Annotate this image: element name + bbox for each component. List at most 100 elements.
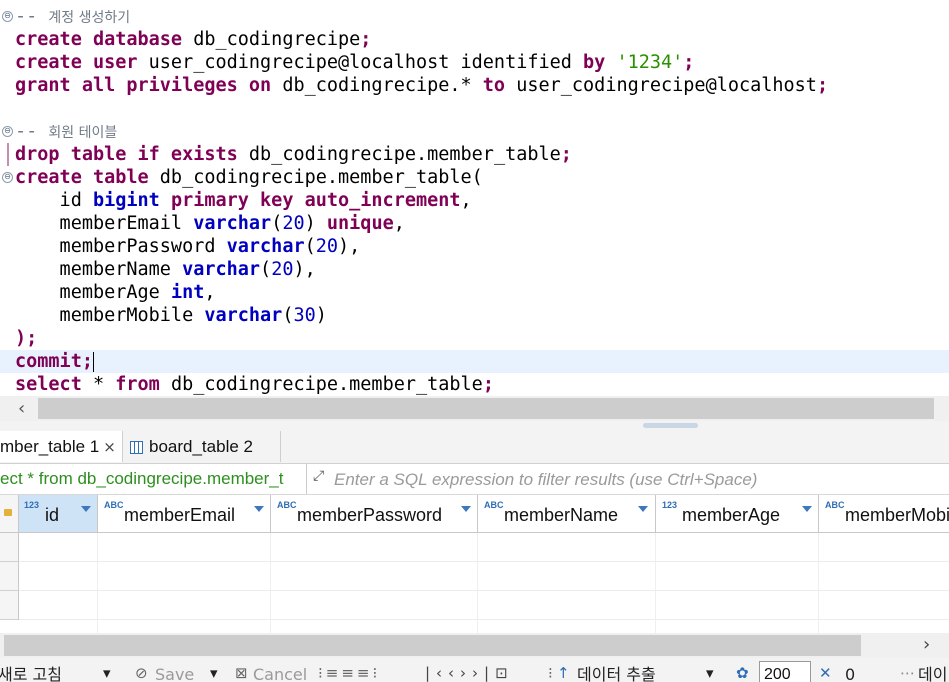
tab-member-table[interactable]: mber_table 1 × <box>0 431 123 462</box>
code-line[interactable]: memberEmail varchar(20) unique, <box>0 212 949 235</box>
code-line[interactable]: ); <box>0 327 949 350</box>
scroll-left-icon[interactable]: ‹ <box>18 398 25 419</box>
code-line[interactable]: memberAge int, <box>0 281 949 304</box>
column-menu-icon[interactable] <box>461 506 471 512</box>
code-token: ; <box>81 351 93 372</box>
column-header-membermobile[interactable]: ABC memberMobile <box>819 495 949 533</box>
column-header-memberage[interactable]: 123 memberAge <box>656 495 819 533</box>
save-check-icon: ⊘ <box>135 664 148 682</box>
fetch-size-input[interactable]: 200 <box>759 661 811 682</box>
filter-input[interactable]: Enter a SQL expression to filter results… <box>334 464 757 494</box>
column-menu-icon[interactable] <box>638 506 648 512</box>
editor-scroll-thumb[interactable] <box>38 398 934 419</box>
grid-corner[interactable] <box>0 495 19 533</box>
row-edit-icons[interactable]: ⁝≡≡≡⁝ <box>318 664 380 682</box>
code-token: * <box>92 374 116 395</box>
code-text: ); <box>15 327 37 350</box>
result-tabs: mber_table 1 × board_table 2 <box>0 431 949 464</box>
expand-filter-icon[interactable]: ⤢ <box>313 468 324 484</box>
code-line[interactable]: ⊖ create table db_codingrecipe.member_tab… <box>0 166 949 189</box>
code-text: -- 회원 테이블 <box>15 120 117 145</box>
row-header[interactable] <box>0 533 19 562</box>
code-line[interactable]: memberName varchar(20), <box>0 258 949 281</box>
number-type-icon: 123 <box>662 500 678 510</box>
export-label: 데이터 추출 <box>577 665 656 682</box>
fold-toggle-icon[interactable]: ⊖ <box>2 172 13 183</box>
table-row[interactable] <box>19 533 949 562</box>
navigation-icons[interactable]: |‹‹››|⊡ <box>425 664 514 682</box>
code-token: user_codingrecipe@localhost <box>516 75 817 96</box>
refresh-button[interactable]: 새로 고침 <box>0 662 62 682</box>
code-text: memberPassword varchar(20), <box>15 235 361 258</box>
column-menu-icon[interactable] <box>81 506 91 512</box>
column-header-memberemail[interactable]: ABC memberEmail <box>98 495 271 533</box>
row-header[interactable] <box>0 591 19 620</box>
code-line[interactable]: drop table if exists db_codingrecipe.mem… <box>0 143 949 166</box>
export-button[interactable]: 데이터 추출 <box>577 662 656 682</box>
code-line[interactable]: create user user_codingrecipe@localhost … <box>0 51 949 74</box>
grid-scroll-thumb[interactable] <box>4 635 861 656</box>
close-icon[interactable]: × <box>103 438 116 456</box>
code-line[interactable]: select * from db_codingrecipe.member_tab… <box>0 373 949 396</box>
column-divider <box>97 533 98 633</box>
save-dropdown-icon[interactable]: ▾ <box>210 664 218 682</box>
save-label: Save <box>155 665 195 682</box>
code-token: varchar <box>193 213 272 234</box>
column-header-membername[interactable]: ABC memberName <box>478 495 656 533</box>
code-line[interactable]: ⊖ -- 계정 생성하기 <box>0 5 949 28</box>
fold-toggle-icon[interactable]: ⊖ <box>2 11 13 22</box>
sql-editor[interactable]: ⊖ -- 계정 생성하기 create database db_codingreci… <box>0 0 949 396</box>
cancel-label: Cancel <box>253 665 308 682</box>
scroll-right-icon[interactable]: › <box>923 634 930 655</box>
code-token: by <box>583 52 617 73</box>
change-marker <box>7 143 9 166</box>
code-line[interactable]: memberPassword varchar(20), <box>0 235 949 258</box>
tab-member-table-label: mber_table 1 <box>0 437 100 456</box>
code-token: 20 <box>315 236 339 257</box>
column-header-id[interactable]: 123 id <box>19 495 98 533</box>
export-dropdown-icon[interactable]: ▾ <box>706 664 714 682</box>
cancel-button[interactable]: Cancel <box>253 662 307 682</box>
column-menu-icon[interactable] <box>254 506 264 512</box>
column-menu-icon[interactable] <box>802 506 812 512</box>
query-text: ect * from db_codingrecipe.member_t <box>0 464 307 494</box>
column-label: memberAge <box>682 505 781 525</box>
row-count-icon: ✕ <box>819 664 832 682</box>
text-type-icon: ABC <box>825 500 845 510</box>
code-token: ) <box>304 213 327 234</box>
splitter-handle[interactable] <box>643 423 698 428</box>
number-type-icon: 123 <box>24 500 40 510</box>
column-label: memberEmail <box>124 505 236 525</box>
code-line[interactable]: grant all privileges on db_codingrecipe.… <box>0 74 949 97</box>
editor-horizontal-scrollbar[interactable]: ‹ <box>0 396 949 421</box>
code-line[interactable]: memberMobile varchar(30) <box>0 304 949 327</box>
column-header-memberpassword[interactable]: ABC memberPassword <box>271 495 478 533</box>
fold-toggle-icon[interactable]: ⊖ <box>2 126 13 137</box>
code-token: , <box>393 213 405 234</box>
code-text: -- 계정 생성하기 <box>15 5 130 30</box>
code-token: memberPassword <box>15 236 227 257</box>
text-type-icon: ABC <box>104 500 124 510</box>
grid-horizontal-scrollbar[interactable]: › <box>0 633 949 658</box>
row-header[interactable] <box>0 562 19 591</box>
results-grid[interactable]: 123 id ABC memberEmail ABC memberPasswor… <box>0 495 949 633</box>
code-token: create table <box>15 167 160 188</box>
code-line[interactable]: create database db_codingrecipe; <box>0 28 949 51</box>
code-line[interactable]: ⊖ -- 회원 테이블 <box>0 120 949 143</box>
table-row[interactable] <box>19 591 949 620</box>
code-token: ; <box>816 75 829 96</box>
save-button[interactable]: Save <box>155 662 194 682</box>
code-token: ; <box>683 52 695 73</box>
tab-board-table[interactable]: board_table 2 <box>130 431 281 462</box>
code-token: 20 <box>271 259 294 280</box>
code-token: primary key auto_increment <box>170 190 461 211</box>
table-row[interactable] <box>19 562 949 591</box>
code-line[interactable]: id bigint primary key auto_increment, <box>0 189 949 212</box>
code-token: db_codingrecipe <box>193 29 361 50</box>
refresh-dropdown-icon[interactable]: ▾ <box>103 664 111 682</box>
fetch-settings-icon[interactable]: ✿ <box>736 664 749 682</box>
code-token: 30 <box>293 305 316 326</box>
code-line[interactable] <box>0 97 949 120</box>
code-line[interactable]: commit; <box>0 350 949 373</box>
more-options-icon[interactable]: ⋯ <box>900 664 915 682</box>
